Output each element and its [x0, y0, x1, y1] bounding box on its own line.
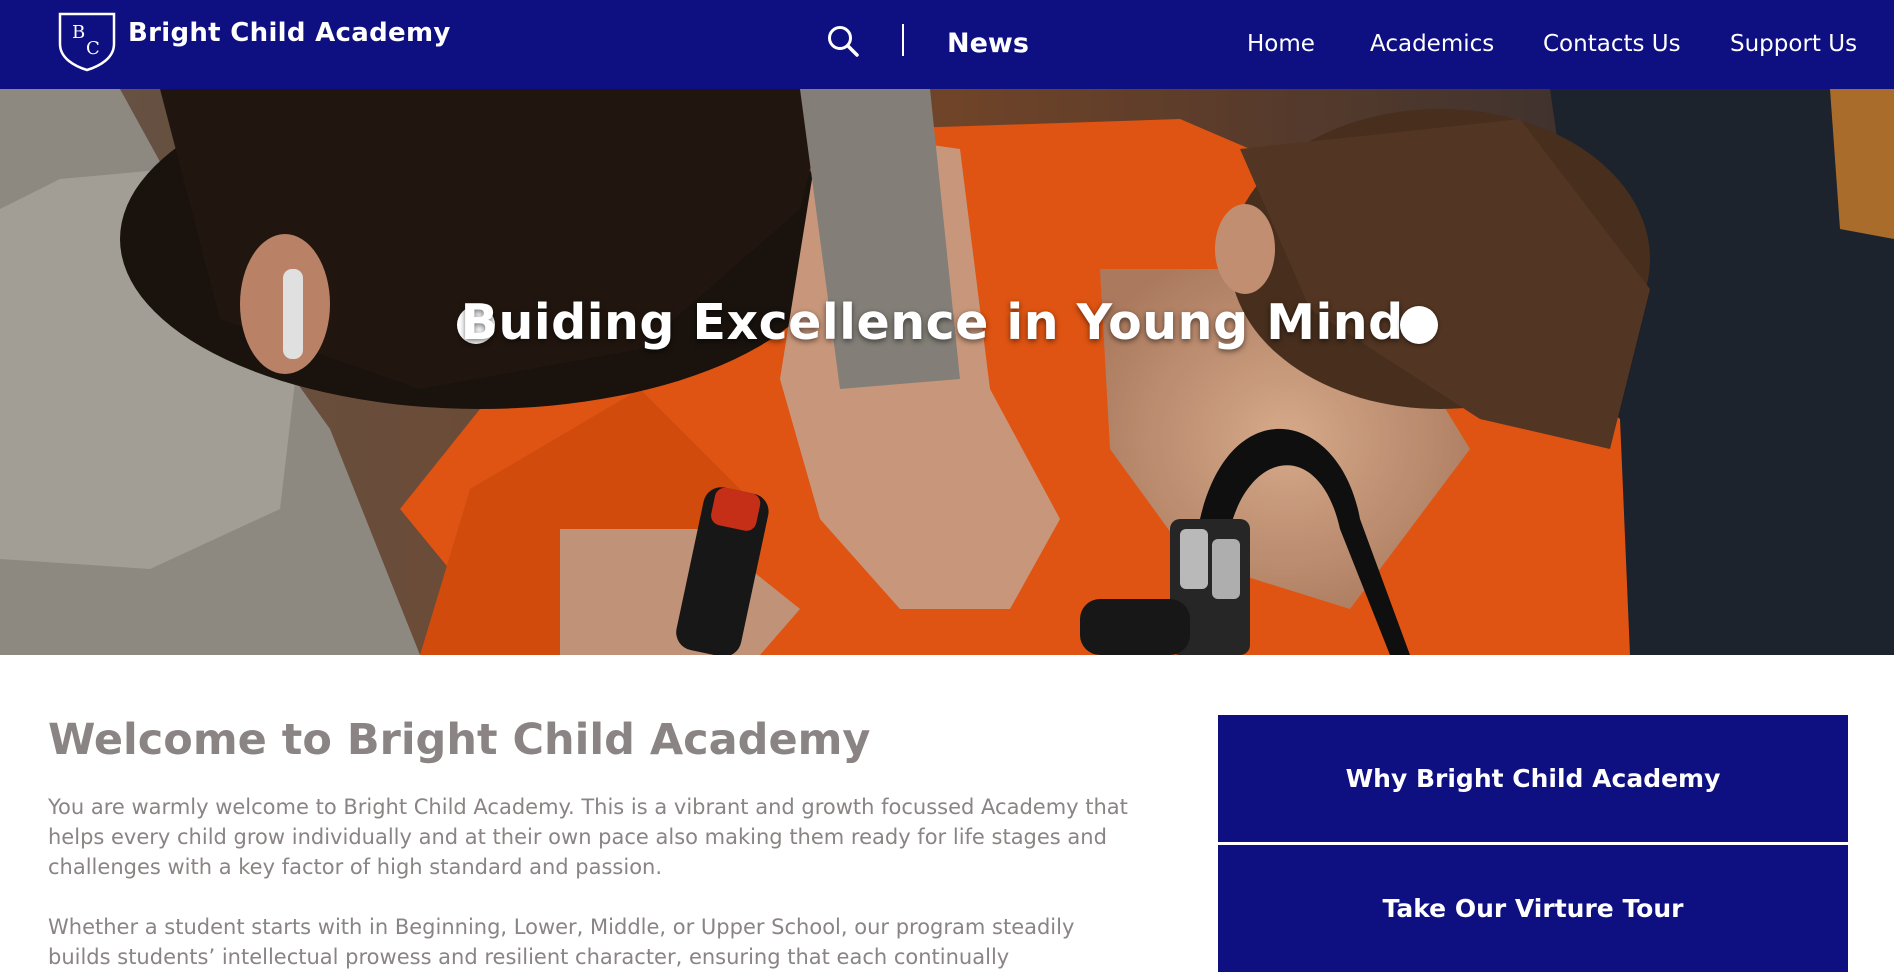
welcome-paragraph-2: Whether a student starts with in Beginni… — [48, 915, 1075, 969]
nav-contacts-us[interactable]: Contacts Us — [1543, 31, 1681, 57]
brand-name[interactable]: Bright Child Academy — [128, 18, 451, 48]
logo-letter-c: C — [86, 38, 100, 59]
search-icon[interactable] — [826, 24, 860, 58]
shield-logo-icon[interactable]: B C — [56, 10, 118, 72]
welcome-heading: Welcome to Bright Child Academy — [48, 715, 871, 765]
nav-support-us[interactable]: Support Us — [1730, 31, 1857, 57]
nav-divider — [902, 24, 904, 56]
hero-banner: Buiding Excellence in Young Minds — [0, 89, 1894, 655]
nav-academics[interactable]: Academics — [1370, 31, 1494, 57]
virtual-tour-button[interactable]: Take Our Virture Tour — [1218, 845, 1848, 972]
nav-home[interactable]: Home — [1247, 31, 1315, 57]
hero-title: Buiding Excellence in Young Minds — [460, 294, 1434, 351]
slider-dot-right[interactable] — [1400, 306, 1438, 344]
top-navbar: B C Bright Child Academy News Home Acade… — [0, 0, 1894, 89]
logo-letter-b: B — [72, 22, 85, 43]
hero-photo — [0, 89, 1894, 655]
welcome-paragraph-1: You are warmly welcome to Bright Child A… — [48, 795, 1128, 879]
nav-news-link[interactable]: News — [947, 28, 1029, 59]
why-academy-button[interactable]: Why Bright Child Academy — [1218, 715, 1848, 842]
